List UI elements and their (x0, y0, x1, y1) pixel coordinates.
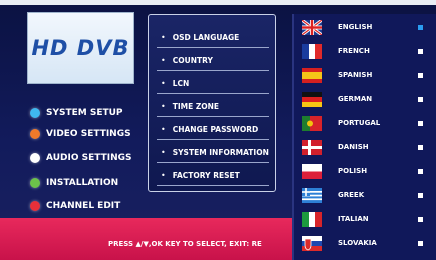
tv-osd-screen: HD DVB SYSTEM SETUP VIDEO SETTINGS AUDIO… (0, 0, 436, 260)
slovakia-flag-icon (302, 236, 322, 251)
main-menu-label: AUDIO SETTINGS (46, 153, 132, 163)
language-item-english[interactable]: ENGLISH (294, 18, 436, 38)
language-name: DANISH (338, 143, 369, 151)
language-name: PORTUGAL (338, 119, 381, 127)
submenu-label: TIME ZONE (172, 101, 220, 111)
language-item-italian[interactable]: ITALIAN (294, 210, 436, 230)
option-indicator-icon (418, 193, 423, 198)
poland-flag-icon (302, 164, 322, 179)
language-item-slovakia[interactable]: SLOVAKIA (294, 234, 436, 254)
monitor-frame (0, 0, 436, 5)
language-name: ENGLISH (338, 23, 373, 31)
bullet-icon: • (161, 78, 166, 88)
submenu-item-change-password[interactable]: • CHANGE PASSWORD (157, 119, 269, 140)
bullet-icon: • (161, 147, 166, 157)
language-name: SPANISH (338, 71, 373, 79)
main-menu-item-video-settings[interactable]: VIDEO SETTINGS (30, 126, 131, 142)
option-indicator-icon (418, 145, 423, 150)
denmark-flag-icon (302, 140, 322, 155)
submenu-item-osd-language[interactable]: • OSD LANGUAGE (157, 27, 269, 48)
option-indicator-icon (418, 49, 423, 54)
option-indicator-icon (418, 97, 423, 102)
submenu-label: SYSTEM INFORMATION (172, 147, 269, 157)
submenu-item-lcn[interactable]: • LCN (157, 73, 269, 94)
option-indicator-icon (418, 169, 423, 174)
language-name: GERMAN (338, 95, 373, 103)
main-menu-item-audio-settings[interactable]: AUDIO SETTINGS (30, 150, 131, 166)
language-item-portugal[interactable]: PORTUGAL (294, 114, 436, 134)
greece-flag-icon (302, 188, 322, 203)
language-item-polish[interactable]: POLISH (294, 162, 436, 182)
submenu-label: CHANGE PASSWORD (172, 124, 259, 134)
submenu-label: LCN (172, 78, 190, 88)
system-setup-submenu: • OSD LANGUAGE • COUNTRY • LCN • TIME ZO… (148, 14, 276, 192)
main-menu-item-installation[interactable]: INSTALLATION (30, 175, 118, 191)
main-menu-label: INSTALLATION (46, 178, 119, 188)
language-name: FRENCH (338, 47, 370, 55)
option-indicator-icon (418, 73, 423, 78)
submenu-item-country[interactable]: • COUNTRY (157, 50, 269, 71)
option-indicator-icon (418, 241, 423, 246)
green-bullet-icon (30, 178, 40, 188)
key-hint-text: PRESS ▲/▼,OK KEY TO SELECT, EXIT: RE (108, 240, 262, 248)
bullet-icon: • (161, 101, 166, 111)
submenu-label: FACTORY RESET (172, 170, 240, 180)
red-bullet-icon (30, 201, 40, 211)
language-name: GREEK (338, 191, 365, 199)
germany-flag-icon (302, 92, 322, 107)
logo-text: HD DVB (31, 36, 130, 60)
submenu-item-system-information[interactable]: • SYSTEM INFORMATION (157, 142, 269, 163)
language-name: POLISH (338, 167, 368, 175)
hint-bar (0, 218, 292, 260)
language-item-german[interactable]: GERMAN (294, 90, 436, 110)
main-menu-label: SYSTEM SETUP (46, 108, 123, 118)
uk-flag-icon (302, 20, 322, 35)
selected-indicator-icon (418, 25, 423, 30)
main-menu-label: VIDEO SETTINGS (46, 129, 131, 139)
option-indicator-icon (418, 217, 423, 222)
bullet-icon: • (161, 32, 166, 42)
submenu-item-factory-reset[interactable]: • FACTORY RESET (157, 165, 269, 186)
portugal-flag-icon (302, 116, 322, 131)
submenu-label: OSD LANGUAGE (172, 32, 240, 42)
bullet-icon: • (161, 55, 166, 65)
submenu-label: COUNTRY (172, 55, 213, 65)
language-list-panel: ENGLISH FRENCH SPANISH GERMAN PORTUGAL D… (292, 14, 436, 260)
main-menu-item-channel-edit[interactable]: CHANNEL EDIT (30, 198, 120, 214)
language-item-greek[interactable]: GREEK (294, 186, 436, 206)
france-flag-icon (302, 44, 322, 59)
submenu-item-time-zone[interactable]: • TIME ZONE (157, 96, 269, 117)
main-menu-label: CHANNEL EDIT (46, 201, 121, 211)
main-menu-item-system-setup[interactable]: SYSTEM SETUP (30, 105, 123, 121)
bullet-icon: • (161, 124, 166, 134)
bullet-icon: • (161, 170, 166, 180)
spain-flag-icon (302, 68, 322, 83)
italy-flag-icon (302, 212, 322, 227)
language-item-danish[interactable]: DANISH (294, 138, 436, 158)
option-indicator-icon (418, 121, 423, 126)
language-item-french[interactable]: FRENCH (294, 42, 436, 62)
blue-bullet-icon (30, 108, 40, 118)
white-bullet-icon (30, 153, 40, 163)
language-name: ITALIAN (338, 215, 369, 223)
language-item-spanish[interactable]: SPANISH (294, 66, 436, 86)
language-name: SLOVAKIA (338, 239, 377, 247)
orange-bullet-icon (30, 129, 40, 139)
hd-dvb-logo: HD DVB (27, 12, 134, 84)
